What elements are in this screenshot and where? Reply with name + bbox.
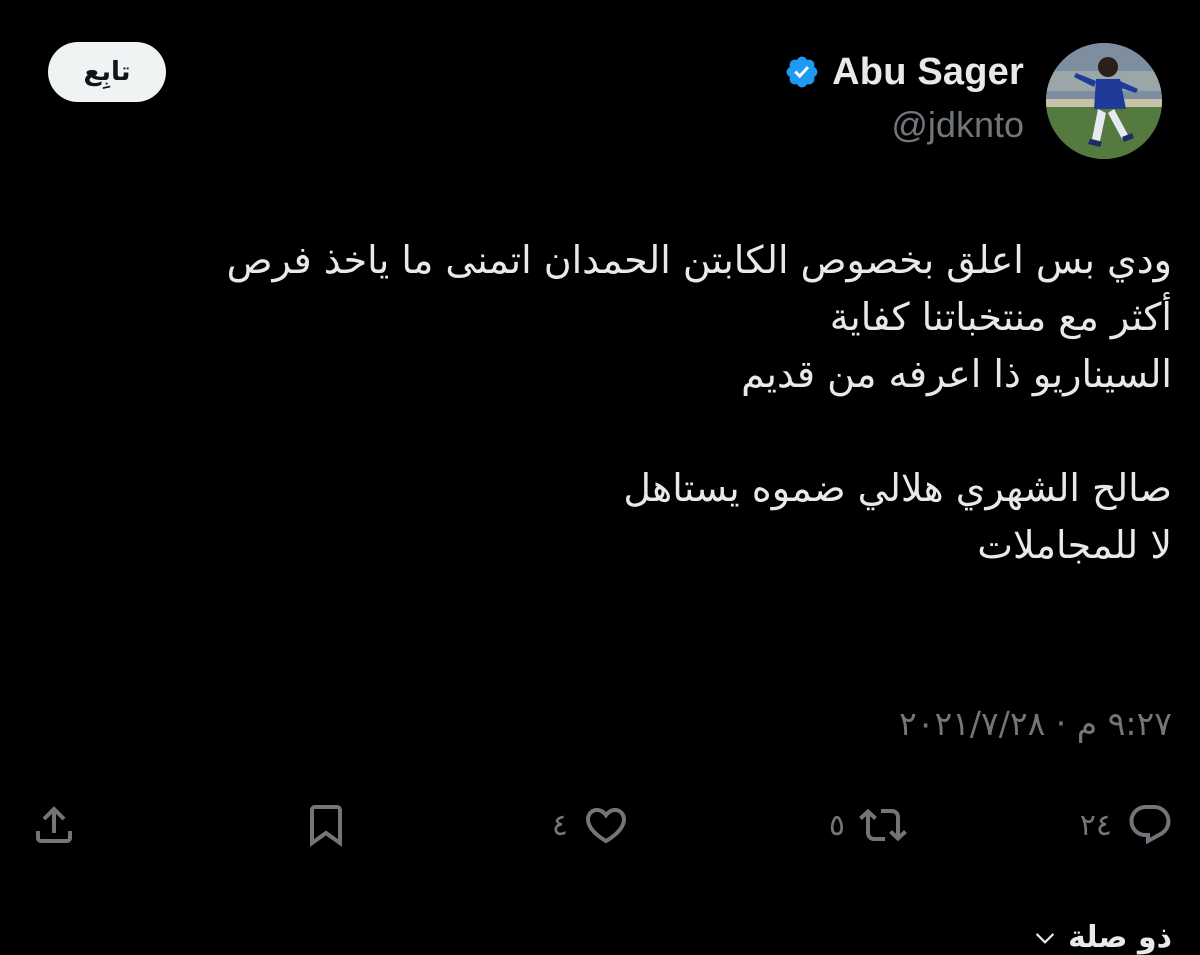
retweet-icon xyxy=(859,808,907,842)
user-handle[interactable]: @jdknto xyxy=(891,104,1024,146)
like-button[interactable]: ٤ xyxy=(552,790,630,860)
share-icon xyxy=(36,806,72,843)
tweet-line: ودي بس اعلق بخصوص الكابتن الحمدان اتمنى … xyxy=(226,238,1172,282)
tweet-line: لا للمجاملات xyxy=(977,523,1172,567)
author-name-row[interactable]: Abu Sager xyxy=(784,48,1024,96)
tweet-actions-bar: ٢٤ ٥ ٤ xyxy=(0,790,1200,860)
reply-icon xyxy=(1129,805,1171,845)
bookmark-icon xyxy=(310,805,342,847)
verified-badge-icon xyxy=(786,56,818,88)
tweet-line xyxy=(32,403,1172,460)
tweet-line: صالح الشهري هلالي ضموه يستاهل xyxy=(623,466,1172,510)
avatar-photo xyxy=(1046,43,1162,159)
related-label: ذو صلة xyxy=(1068,920,1172,955)
retweet-button[interactable]: ٥ xyxy=(829,790,907,860)
tweet-timestamp[interactable]: ٩:٢٧ م · ٢٠٢١/٧/٢٨ xyxy=(899,704,1172,743)
tweet-line: السيناريو ذا اعرفه من قديم xyxy=(741,352,1172,396)
bookmark-button[interactable] xyxy=(302,790,350,860)
tweet-line: أكثر مع منتخباتنا كفاية xyxy=(829,295,1172,339)
like-count: ٤ xyxy=(551,807,568,843)
display-name[interactable]: Abu Sager xyxy=(832,51,1024,94)
retweet-count: ٥ xyxy=(828,807,845,843)
tweet-text: ودي بس اعلق بخصوص الكابتن الحمدان اتمنى … xyxy=(32,232,1172,574)
reply-count: ٢٤ xyxy=(1079,807,1112,843)
follow-button[interactable]: تابِع xyxy=(48,42,166,102)
avatar[interactable] xyxy=(1046,43,1162,159)
heart-icon xyxy=(585,808,627,844)
share-button[interactable] xyxy=(30,790,78,860)
chevron-down-icon xyxy=(1035,932,1055,944)
reply-button[interactable]: ٢٤ xyxy=(1080,790,1174,860)
related-section-toggle[interactable]: ذو صلة xyxy=(1032,920,1172,955)
